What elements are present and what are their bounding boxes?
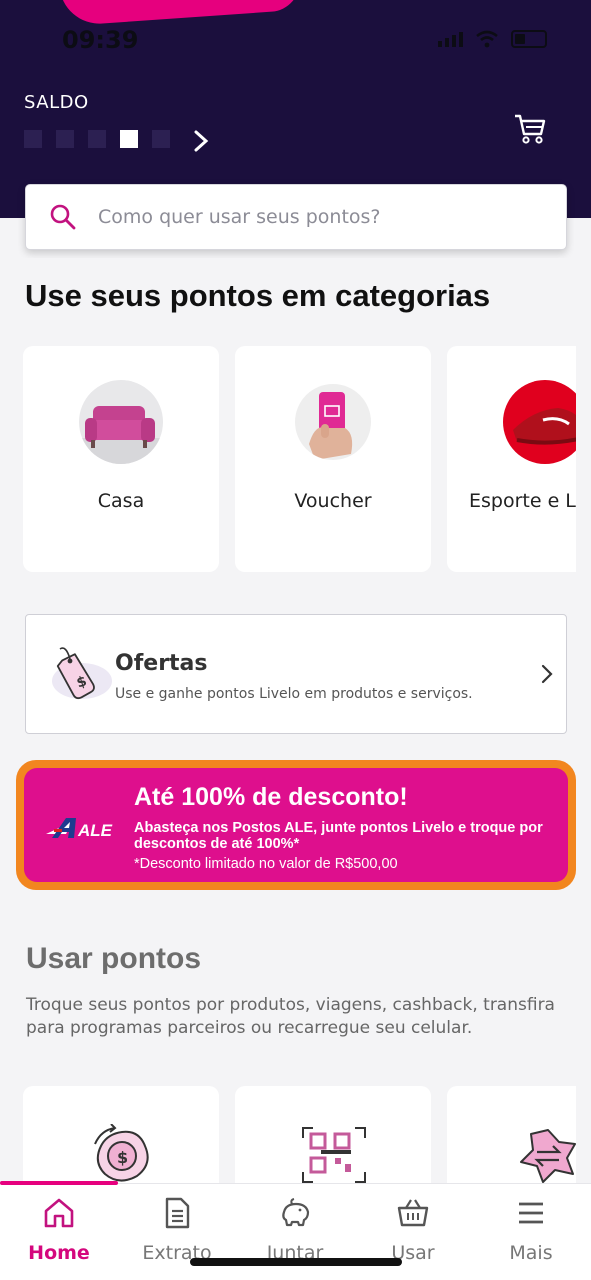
category-label: Esporte e L bbox=[469, 490, 576, 512]
battery-icon bbox=[511, 30, 547, 48]
promo-banner-body: ALE Até 100% de desconto! Abasteça nos P… bbox=[24, 768, 568, 882]
categories-title: Use seus pontos em categorias bbox=[25, 278, 491, 313]
phone-voucher-image bbox=[295, 384, 371, 460]
promo-title: Até 100% de desconto! bbox=[134, 783, 408, 811]
header-decoration bbox=[58, 0, 302, 27]
promo-body: Abasteça nos Postos ALE, junte pontos Li… bbox=[134, 820, 543, 852]
cart-icon[interactable] bbox=[513, 112, 547, 144]
saldo-label: SALDO bbox=[24, 92, 89, 113]
sofa-image bbox=[79, 380, 163, 464]
wifi-icon bbox=[476, 30, 498, 48]
nav-item-home[interactable]: Home bbox=[0, 1196, 118, 1276]
usar-pontos-carousel[interactable]: $ bbox=[23, 1086, 576, 1186]
promo-note: *Desconto limitado no valor de R$500,00 bbox=[134, 856, 398, 872]
signal-icon bbox=[438, 31, 463, 47]
usar-pontos-title: Usar pontos bbox=[26, 942, 202, 975]
status-icons bbox=[438, 30, 547, 48]
chevron-right-icon bbox=[541, 664, 553, 684]
usar-pontos-section: Usar pontos Troque seus pontos por produ… bbox=[0, 910, 591, 1052]
saldo-hidden-value[interactable] bbox=[24, 130, 170, 148]
usar-card-cashback[interactable]: $ bbox=[23, 1086, 219, 1186]
usar-pontos-description: Troque seus pontos por produtos, viagens… bbox=[26, 995, 555, 1038]
search-icon bbox=[50, 204, 76, 230]
cashback-icon: $ bbox=[94, 1124, 149, 1182]
category-card-voucher[interactable]: Voucher bbox=[235, 346, 431, 572]
svg-text:$: $ bbox=[117, 1148, 128, 1167]
category-label: Voucher bbox=[294, 490, 372, 512]
nav-label: Mais bbox=[509, 1242, 553, 1264]
ale-brand-text: ALE bbox=[77, 821, 113, 840]
sneaker-image bbox=[503, 380, 576, 464]
document-icon bbox=[165, 1197, 190, 1229]
search-input[interactable] bbox=[98, 206, 538, 228]
nav-active-indicator bbox=[0, 1181, 118, 1185]
categories-section: Use seus pontos em categorias Casa Vouch… bbox=[0, 258, 591, 600]
search-bar[interactable] bbox=[25, 184, 567, 250]
ofertas-title: Ofertas bbox=[115, 651, 208, 676]
ofertas-card[interactable]: $ Ofertas Use e ganhe pontos Livelo em p… bbox=[25, 614, 567, 734]
nav-label: Home bbox=[28, 1242, 90, 1264]
chevron-right-icon[interactable] bbox=[190, 128, 212, 154]
price-tag-icon: $ bbox=[52, 647, 112, 700]
home-icon bbox=[44, 1198, 74, 1228]
categories-carousel[interactable]: Casa Voucher Esporte e L bbox=[23, 346, 576, 572]
nav-item-mais[interactable]: Mais bbox=[472, 1196, 590, 1276]
category-card-casa[interactable]: Casa bbox=[23, 346, 219, 572]
transfer-icon bbox=[520, 1129, 576, 1183]
category-label: Casa bbox=[97, 490, 145, 512]
menu-icon bbox=[519, 1202, 543, 1224]
category-card-esporte[interactable]: Esporte e L bbox=[447, 346, 576, 572]
ale-logo: ALE bbox=[46, 818, 113, 840]
basket-icon bbox=[397, 1199, 429, 1227]
piggy-bank-icon bbox=[282, 1198, 310, 1227]
usar-card-qr[interactable] bbox=[235, 1086, 431, 1186]
home-indicator-bar bbox=[190, 1258, 402, 1266]
usar-card-transfer[interactable] bbox=[447, 1086, 576, 1186]
ofertas-subtitle: Use e ganhe pontos Livelo em produtos e … bbox=[115, 686, 473, 702]
qr-code-icon bbox=[302, 1127, 366, 1183]
ale-promo-banner[interactable]: ALE Até 100% de desconto! Abasteça nos P… bbox=[16, 760, 576, 890]
status-time: 09:39 bbox=[62, 26, 139, 54]
